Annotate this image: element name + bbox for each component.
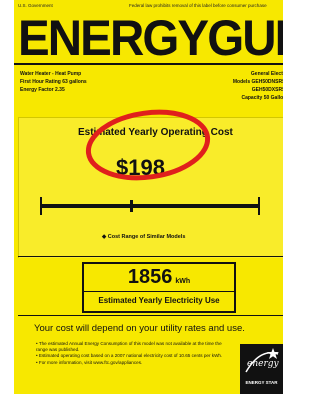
model-numbers: Models GEH50DNSRSA (232, 79, 283, 85)
brand-name: General Electric (250, 71, 283, 77)
footnote: • For more information, visit www.ftc.go… (36, 359, 143, 365)
red-circle-annotation (85, 109, 211, 181)
capacity: Capacity 50 Gallons (241, 95, 283, 101)
first-hour-rating: First Hour Rating 63 gallons (20, 79, 87, 85)
footnote-text: For more information, visit www.ftc.gov/… (38, 359, 143, 365)
cost-range-bar (40, 204, 260, 208)
range-left-tick (40, 197, 42, 215)
energyguide-label: U.S. Government Federal law prohibits re… (14, 0, 283, 394)
kwh-unit: kWh (175, 278, 191, 285)
energyguide-title: ENERGYGUIDE (18, 10, 283, 66)
footnotes: • The estimated Annual Energy Consumptio… (36, 341, 226, 366)
energy-star-icon: energy (245, 348, 280, 373)
energy-star-label: ENERGY STAR (245, 380, 278, 385)
range-caption: ◆ Cost Range of Similar Models (102, 234, 185, 240)
product-identification: General Electric Models GEH50DNSRSA GEH5… (233, 70, 283, 102)
header-law-notice: Federal law prohibits removal of this la… (129, 3, 267, 8)
electricity-use-box: 1856 kWh Estimated Yearly Electricity Use (82, 262, 236, 313)
energy-factor: Energy Factor 2.35 (20, 87, 65, 93)
energy-star-logo: energy ENERGY STAR (240, 344, 283, 394)
kwh-value-row: 1856 kWh (84, 266, 234, 289)
kwh-label: Estimated Yearly Electricity Use (98, 296, 220, 305)
range-caption-text: Cost Range of Similar Models (107, 234, 186, 240)
footnote: • The estimated Annual Energy Consumptio… (36, 341, 222, 353)
model-numbers-2: GEH50DXSRSA (251, 87, 283, 93)
svg-text:energy: energy (247, 359, 280, 369)
cost-position-marker (130, 200, 133, 212)
cost-divider (18, 256, 283, 257)
range-right-tick (258, 197, 260, 215)
kwh-box-divider (84, 291, 234, 292)
product-description: Water Heater - Heat Pump First Hour Rati… (20, 70, 87, 94)
header-government: U.S. Government (18, 3, 53, 8)
title-divider (14, 63, 283, 65)
utility-statement: Your cost will depend on your utility ra… (34, 323, 245, 334)
product-type: Water Heater - Heat Pump (20, 71, 82, 77)
footnote-text: Estimated operating cost based on a 2007… (38, 353, 223, 359)
electricity-divider (18, 315, 283, 316)
kwh-value: 1856 (127, 266, 173, 288)
footnote-text: The estimated Annual Energy Consumption … (36, 341, 222, 353)
